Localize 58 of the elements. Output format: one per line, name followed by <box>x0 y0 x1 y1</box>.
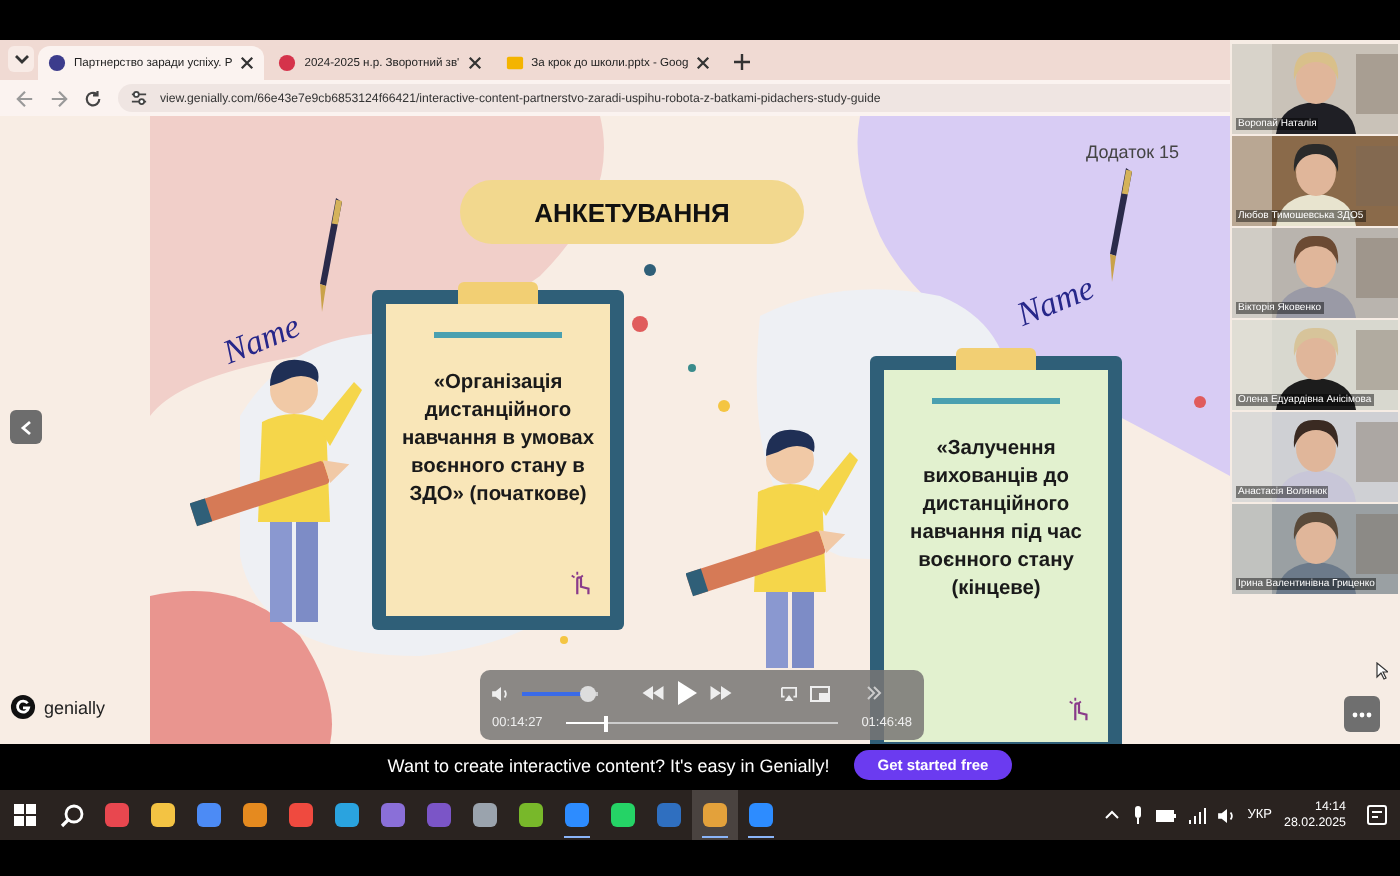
reload-icon[interactable] <box>84 89 102 107</box>
slide-title: АНКЕТУВАННЯ <box>460 180 804 244</box>
signature-text: Name <box>217 306 306 374</box>
brand-name: genially <box>44 697 106 717</box>
play-icon[interactable] <box>676 680 698 706</box>
close-icon[interactable] <box>696 56 711 70</box>
app-icon[interactable] <box>518 802 544 828</box>
signature-text: Name <box>1011 268 1100 336</box>
pointer-hand-icon[interactable] <box>1066 696 1092 722</box>
favicon-icon <box>48 54 66 72</box>
caret-icon <box>13 53 29 65</box>
start-icon[interactable] <box>14 804 36 826</box>
cursor-icon <box>1376 662 1388 680</box>
banner-text: Want to create interactive content? It's easy in Genially! <box>387 755 830 775</box>
back-icon[interactable] <box>16 89 34 107</box>
app-icon[interactable] <box>104 802 130 828</box>
chevron-left-icon <box>20 419 32 435</box>
card-text: «Організація дистанційного навчання в умовах воєнного стану в ЗДО» (початкове) <box>399 370 597 510</box>
tab-list-button[interactable] <box>8 46 34 72</box>
new-tab-icon[interactable] <box>734 54 751 70</box>
search-icon[interactable] <box>59 803 83 827</box>
app-icon[interactable] <box>472 802 498 828</box>
more-icon <box>1352 711 1372 717</box>
app-icon[interactable] <box>564 802 590 828</box>
app-icon[interactable] <box>242 802 268 828</box>
previous-button[interactable] <box>10 410 42 444</box>
notifications-icon[interactable] <box>1366 804 1388 826</box>
app-icon[interactable] <box>334 802 360 828</box>
card-text: «Залучення вихованців до дистанційного навчання під час воєнного стану (кінцеве) <box>908 436 1084 604</box>
app-icon[interactable] <box>702 802 728 828</box>
app-icon[interactable] <box>748 802 774 828</box>
more-button[interactable] <box>1344 696 1380 732</box>
battery-icon[interactable] <box>1155 809 1176 821</box>
app-icon[interactable] <box>196 802 222 828</box>
close-icon[interactable] <box>240 56 255 70</box>
airplay-icon[interactable] <box>780 685 798 701</box>
picture-in-picture-icon[interactable] <box>810 685 830 701</box>
appendix-label: Додаток 15 <box>1086 142 1180 162</box>
microphone-icon[interactable] <box>1131 806 1144 824</box>
site-settings-icon[interactable] <box>130 90 148 106</box>
rewind-icon[interactable] <box>642 686 664 700</box>
close-icon[interactable] <box>467 56 482 70</box>
network-icon[interactable] <box>1187 807 1206 823</box>
brand-logo-icon <box>10 694 36 720</box>
app-icon[interactable] <box>288 802 314 828</box>
favicon-icon <box>505 54 524 72</box>
favicon-icon <box>278 54 297 72</box>
chevron-up-icon[interactable] <box>1103 810 1120 820</box>
chevrons-right-icon[interactable] <box>866 686 882 700</box>
forward-icon[interactable] <box>50 89 68 107</box>
pointer-hand-icon[interactable] <box>568 570 594 596</box>
volume-icon[interactable] <box>1217 807 1236 823</box>
app-icon[interactable] <box>150 802 176 828</box>
app-icon[interactable] <box>380 802 406 828</box>
paper-line <box>932 398 1060 404</box>
paper-line <box>434 332 562 338</box>
app-icon[interactable] <box>610 802 636 828</box>
fast-forward-icon[interactable] <box>710 686 732 700</box>
